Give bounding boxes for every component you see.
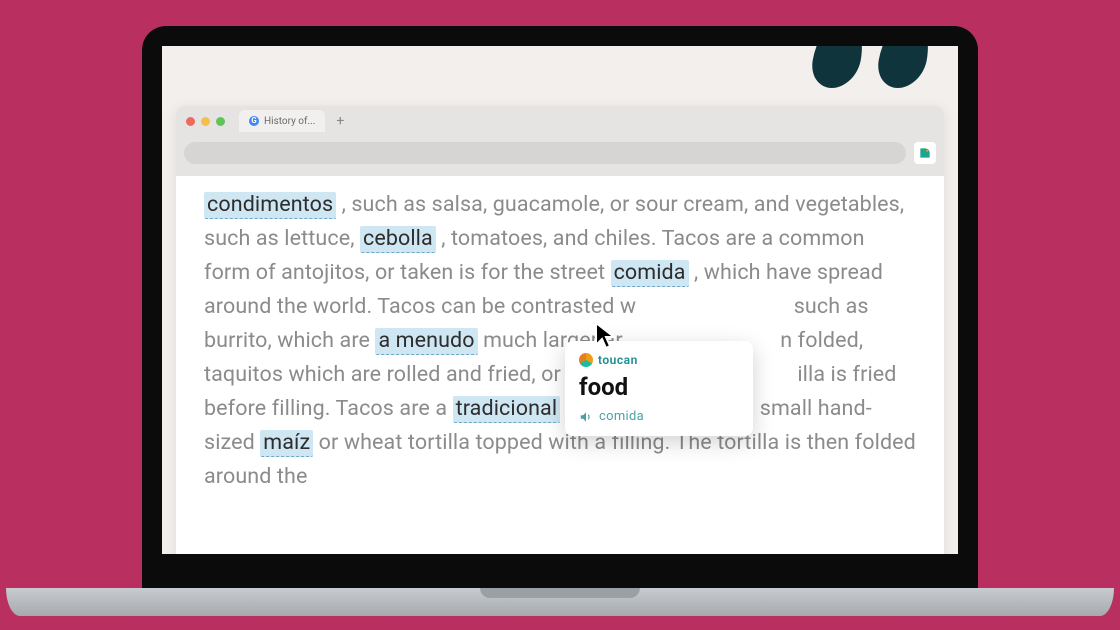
laptop-screen: History of... + condimentos , xyxy=(162,46,958,554)
window-traffic-lights[interactable] xyxy=(186,117,225,126)
new-tab-button[interactable]: + xyxy=(331,112,349,130)
laptop-screen-body: History of... + condimentos , xyxy=(142,26,978,588)
laptop-base xyxy=(6,588,1114,616)
tooltip-translation: food xyxy=(579,373,739,401)
translation-tooltip[interactable]: toucan food comida xyxy=(565,341,753,436)
maximize-window-button[interactable] xyxy=(216,117,225,126)
toucan-extension-button[interactable] xyxy=(914,142,936,164)
tooltip-brand-label: toucan xyxy=(598,353,638,367)
article-body: condimentos , such as salsa, guacamole, … xyxy=(176,176,944,534)
close-window-button[interactable] xyxy=(186,117,195,126)
browser-tab-active[interactable]: History of... xyxy=(239,110,325,132)
translated-word[interactable]: a menudo xyxy=(375,328,477,355)
browser-window: History of... + condimentos , xyxy=(176,106,944,554)
browser-tab-bar: History of... + xyxy=(176,106,944,136)
toucan-icon xyxy=(918,146,932,160)
tooltip-brand: toucan xyxy=(579,353,739,367)
translated-word[interactable]: cebolla xyxy=(360,226,436,253)
speaker-icon xyxy=(579,410,593,424)
translated-word[interactable]: comida xyxy=(611,260,689,287)
tooltip-pronounce-row[interactable]: comida xyxy=(579,409,739,424)
translated-word[interactable]: tradicional xyxy=(453,396,561,423)
translated-word[interactable]: maíz xyxy=(260,430,313,457)
minimize-window-button[interactable] xyxy=(201,117,210,126)
decorative-quote-marks xyxy=(814,46,928,88)
laptop-mockup: History of... + condimentos , xyxy=(142,26,978,588)
tab-favicon-google xyxy=(249,116,259,126)
url-input[interactable] xyxy=(184,142,906,164)
toucan-logo-icon xyxy=(579,353,593,367)
tooltip-original-word: comida xyxy=(599,409,644,424)
tab-title: History of... xyxy=(264,116,315,127)
plus-icon: + xyxy=(336,113,344,129)
browser-address-bar xyxy=(176,136,944,176)
translated-word[interactable]: condimentos xyxy=(204,192,336,219)
